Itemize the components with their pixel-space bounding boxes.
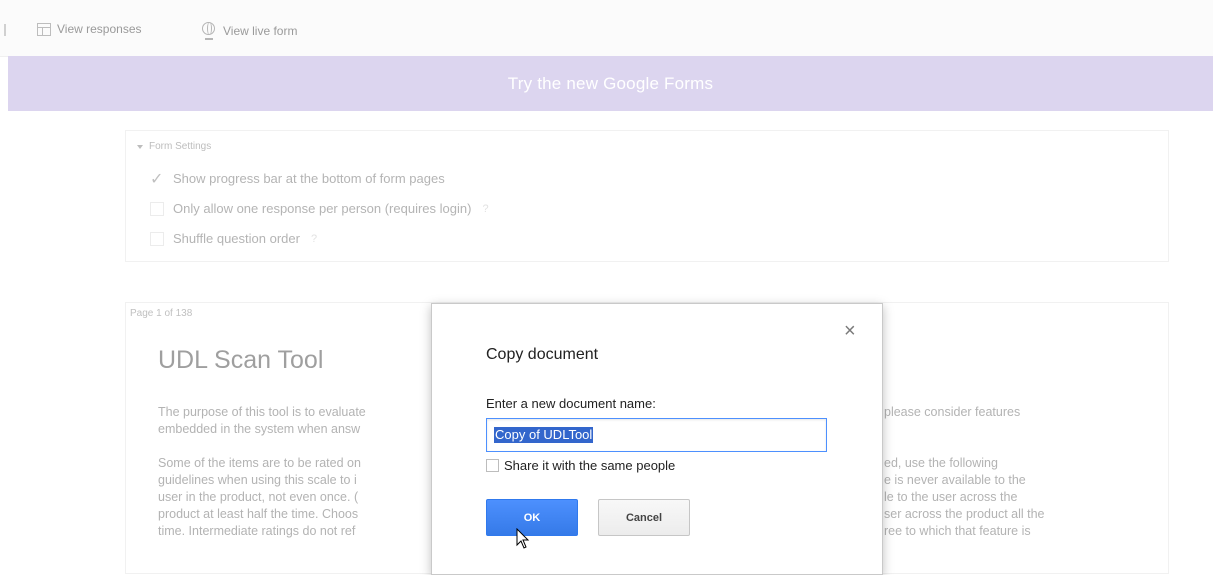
toolbar: View responses View live form — [0, 0, 1213, 57]
form-settings-toggle[interactable]: Form Settings — [137, 141, 211, 152]
desc-line: le to the user across the — [884, 490, 1018, 504]
setting-one-response: Only allow one response per person (requ… — [150, 201, 489, 216]
desc-line: guidelines when using this scale to i — [158, 473, 357, 487]
view-responses-label: View responses — [57, 22, 142, 36]
document-name-selected-text: Copy of UDLTool — [494, 427, 594, 443]
desc-line — [884, 421, 1045, 438]
new-forms-banner: Try the new Google Forms — [8, 56, 1213, 111]
shuffle-checkbox[interactable] — [150, 231, 164, 246]
desc-line: Some of the items are to be rated on — [158, 456, 361, 470]
cancel-button[interactable]: Cancel — [598, 499, 690, 536]
desc-line: The purpose of this tool is to evaluate — [158, 405, 366, 419]
desc-line: please consider features — [884, 405, 1021, 419]
globe-icon — [201, 22, 217, 40]
description-left[interactable]: The purpose of this tool is to evaluate … — [158, 404, 366, 540]
desc-line: e is never available to the — [884, 473, 1026, 487]
desc-line: ed, use the following — [884, 456, 998, 470]
toolbar-separator — [4, 24, 6, 36]
triangle-down-icon — [137, 144, 143, 149]
one-response-checkbox[interactable] — [150, 201, 164, 216]
view-live-form-label: View live form — [223, 24, 298, 38]
try-new-forms-link[interactable]: Try the new Google Forms — [508, 74, 713, 94]
shuffle-label: Shuffle question order — [173, 231, 300, 246]
setting-progress-bar: Show progress bar at the bottom of form … — [150, 169, 445, 188]
form-title[interactable]: UDL Scan Tool — [158, 346, 323, 375]
form-settings-panel: Form Settings Show progress bar at the b… — [125, 130, 1169, 262]
desc-line — [884, 438, 1045, 455]
view-responses-button[interactable]: View responses — [37, 22, 142, 36]
desc-line: time. Intermediate ratings do not ref — [158, 524, 356, 538]
document-name-label: Enter a new document name: — [486, 396, 656, 411]
share-checkbox[interactable] — [486, 459, 499, 472]
table-icon — [37, 22, 51, 36]
ok-button[interactable]: OK — [486, 499, 578, 536]
one-response-label: Only allow one response per person (requ… — [173, 201, 472, 216]
desc-line: ser across the product all the — [884, 507, 1045, 521]
help-icon[interactable]: ? — [311, 233, 317, 245]
copy-document-dialog: × Copy document Enter a new document nam… — [431, 303, 883, 575]
progress-bar-label: Show progress bar at the bottom of form … — [173, 171, 445, 186]
setting-shuffle: Shuffle question order ? — [150, 231, 317, 246]
view-live-form-button[interactable]: View live form — [201, 22, 297, 40]
close-icon[interactable]: × — [844, 321, 856, 341]
page-indicator: Page 1 of 138 — [130, 308, 193, 319]
progress-bar-checkbox[interactable] — [150, 169, 164, 188]
description-right[interactable]: please consider features ed, use the fol… — [884, 404, 1045, 540]
desc-line: user in the product, not even once. ( — [158, 490, 359, 504]
form-settings-heading: Form Settings — [149, 141, 212, 152]
share-option: Share it with the same people — [486, 458, 675, 473]
mouse-pointer-icon — [516, 528, 530, 549]
desc-line: embedded in the system when answ — [158, 422, 361, 436]
desc-line: ree to which that feature is — [884, 524, 1031, 538]
dialog-title: Copy document — [486, 346, 599, 363]
desc-line — [158, 438, 366, 455]
desc-line: product at least half the time. Choos — [158, 507, 359, 521]
help-icon[interactable]: ? — [482, 203, 488, 215]
share-label: Share it with the same people — [504, 458, 676, 473]
